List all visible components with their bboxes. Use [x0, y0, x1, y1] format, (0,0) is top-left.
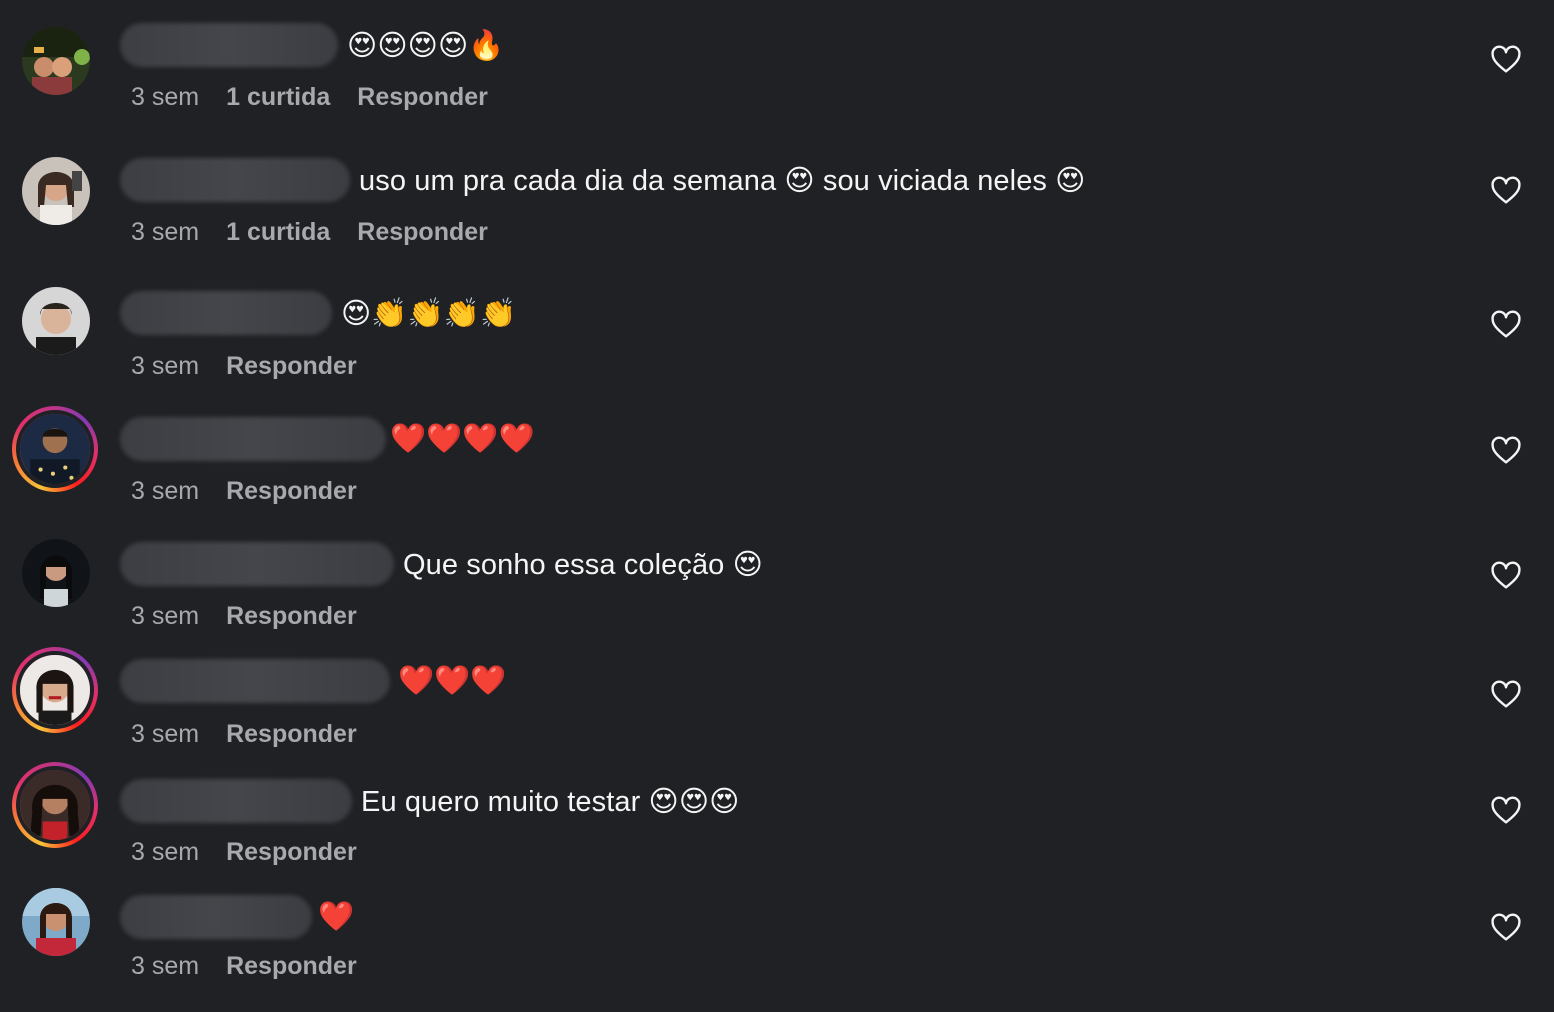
reply-button[interactable]: Responder: [226, 477, 357, 506]
comment-time: 3 sem: [131, 952, 200, 980]
comment-time: 3 sem: [131, 838, 200, 866]
comment-text-row: ❤️❤️❤️❤️: [120, 416, 535, 462]
comment-item: 😍😍😍😍🔥 3 sem 1 curtida Responder: [0, 0, 1554, 130]
heart-outline-icon[interactable]: [1490, 175, 1522, 207]
reply-button[interactable]: Responder: [357, 218, 488, 247]
heart-outline-icon[interactable]: [1490, 435, 1522, 467]
comment-text-row: ❤️: [120, 894, 354, 940]
username-blurred[interactable]: [120, 417, 386, 461]
heart-outline-icon[interactable]: [1490, 679, 1522, 711]
comment-time: 3 sem: [131, 352, 200, 380]
comment-meta: 3 sem Responder: [131, 720, 357, 749]
heart-outline-icon[interactable]: [1490, 44, 1522, 76]
comment-item: uso um pra cada dia da semana 😍 sou vici…: [0, 135, 1554, 265]
heart-outline-icon[interactable]: [1490, 309, 1522, 341]
comment-meta: 3 sem Responder: [131, 602, 357, 631]
comment-text-row: Eu quero muito testar 😍😍😍: [120, 778, 740, 824]
comment-meta: 3 sem Responder: [131, 952, 357, 981]
username-blurred[interactable]: [120, 158, 350, 202]
comment-item: 😍👏👏👏👏 3 sem Responder: [0, 270, 1554, 400]
comment-text: uso um pra cada dia da semana 😍 sou vici…: [359, 164, 1086, 197]
heart-outline-icon[interactable]: [1490, 560, 1522, 592]
avatar[interactable]: [22, 888, 90, 956]
avatar[interactable]: [22, 287, 90, 355]
comment-text-row: 😍😍😍😍🔥: [120, 22, 505, 68]
comment-item: Eu quero muito testar 😍😍😍 3 sem Responde…: [0, 760, 1554, 890]
comment-meta: 3 sem 1 curtida Responder: [131, 83, 488, 112]
comment-text: ❤️: [318, 901, 355, 933]
comment-text: Eu quero muito testar 😍😍😍: [361, 785, 740, 818]
username-blurred[interactable]: [120, 779, 352, 823]
comment-text: ❤️❤️❤️: [398, 665, 507, 697]
comment-time: 3 sem: [131, 720, 200, 748]
comment-item: ❤️❤️❤️ 3 sem Responder: [0, 645, 1554, 775]
reply-button[interactable]: Responder: [226, 602, 357, 631]
username-blurred[interactable]: [120, 895, 312, 939]
comment-text-row: 😍👏👏👏👏: [120, 290, 516, 336]
comment-time: 3 sem: [131, 477, 200, 505]
comment-meta: 3 sem Responder: [131, 352, 357, 381]
avatar-story-ring[interactable]: [12, 406, 98, 492]
username-blurred[interactable]: [120, 659, 390, 703]
comment-text: Que sonho essa coleção 😍: [403, 548, 763, 581]
reply-button[interactable]: Responder: [226, 352, 357, 381]
username-blurred[interactable]: [120, 542, 394, 586]
comment-item: ❤️❤️❤️❤️ 3 sem Responder: [0, 400, 1554, 530]
comment-time: 3 sem: [131, 218, 200, 246]
avatar-story-ring[interactable]: [12, 647, 98, 733]
username-blurred[interactable]: [120, 291, 332, 335]
comment-text-row: ❤️❤️❤️: [120, 658, 507, 704]
comment-item: ❤️ 3 sem Responder: [0, 880, 1554, 1010]
comment-meta: 3 sem Responder: [131, 838, 357, 867]
comment-text: ❤️❤️❤️❤️: [390, 423, 535, 455]
comment-time: 3 sem: [131, 83, 200, 111]
heart-outline-icon[interactable]: [1490, 912, 1522, 944]
avatar-story-ring[interactable]: [12, 762, 98, 848]
comment-time: 3 sem: [131, 602, 200, 630]
avatar[interactable]: [22, 539, 90, 607]
username-blurred[interactable]: [120, 23, 338, 67]
reply-button[interactable]: Responder: [226, 952, 357, 981]
reply-button[interactable]: Responder: [226, 838, 357, 867]
comment-meta: 3 sem Responder: [131, 477, 357, 506]
comment-likes[interactable]: 1 curtida: [226, 218, 330, 247]
comment-text-row: uso um pra cada dia da semana 😍 sou vici…: [120, 157, 1086, 203]
comment-meta: 3 sem 1 curtida Responder: [131, 218, 488, 247]
reply-button[interactable]: Responder: [357, 83, 488, 112]
comment-text: 😍👏👏👏👏: [341, 297, 517, 330]
comment-item: Que sonho essa coleção 😍 3 sem Responder: [0, 525, 1554, 655]
comment-likes[interactable]: 1 curtida: [226, 83, 330, 112]
comment-text: 😍😍😍😍🔥: [347, 29, 505, 62]
reply-button[interactable]: Responder: [226, 720, 357, 749]
avatar[interactable]: [22, 27, 90, 95]
comment-text-row: Que sonho essa coleção 😍: [120, 541, 763, 587]
heart-outline-icon[interactable]: [1490, 795, 1522, 827]
avatar[interactable]: [22, 157, 90, 225]
